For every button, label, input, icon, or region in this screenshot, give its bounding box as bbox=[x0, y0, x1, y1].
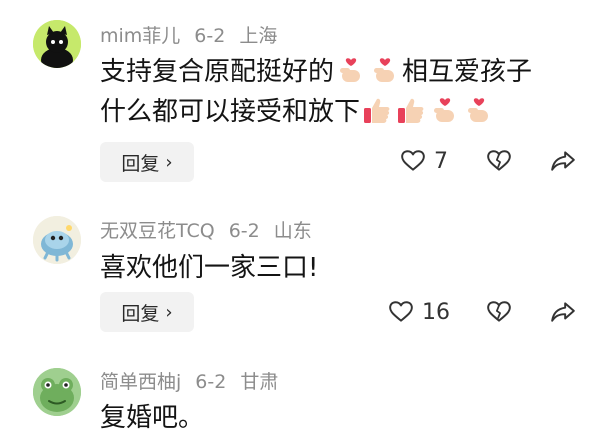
thumbs-up-emoji-icon bbox=[398, 98, 424, 123]
like-button[interactable]: 16 bbox=[388, 299, 450, 325]
reply-label: 回复 bbox=[121, 302, 160, 325]
comment-meta: 简单西柚j 6-2 甘肃 bbox=[100, 370, 292, 394]
comment-text: 支持复合原配挺好的 相互爱孩子 bbox=[100, 54, 532, 90]
avatar[interactable] bbox=[33, 216, 81, 264]
comment-location: 山东 bbox=[273, 220, 312, 242]
comment-text-segment: 相互爱孩子 bbox=[402, 57, 533, 87]
dislike-button[interactable] bbox=[486, 148, 512, 174]
chevron-right-icon: › bbox=[165, 151, 173, 173]
avatar[interactable] bbox=[33, 20, 81, 68]
share-button[interactable] bbox=[550, 299, 576, 325]
fish-avatar-icon bbox=[33, 216, 81, 264]
comment-text: 什么都可以接受和放下 bbox=[100, 94, 496, 130]
comment-meta: mim菲儿 6-2 上海 bbox=[100, 24, 291, 48]
avatar[interactable] bbox=[33, 368, 81, 416]
frog-avatar-icon bbox=[33, 368, 81, 416]
share-button[interactable] bbox=[550, 148, 576, 174]
comment-text: 喜欢他们一家三口! bbox=[100, 253, 319, 283]
black-cat-avatar-icon bbox=[33, 20, 81, 68]
finger-heart-emoji-icon bbox=[374, 58, 395, 82]
comment-text-segment: 支持复合原配挺好的 bbox=[100, 57, 335, 87]
reply-button[interactable]: 回复 › bbox=[100, 292, 194, 332]
comment-location: 上海 bbox=[239, 25, 278, 47]
broken-heart-icon bbox=[486, 148, 512, 174]
thumbs-up-emoji-icon bbox=[364, 98, 390, 123]
finger-heart-emoji-icon bbox=[468, 98, 489, 122]
username[interactable]: mim菲儿 bbox=[100, 25, 180, 47]
comment-meta: 无双豆花TCQ 6-2 山东 bbox=[100, 219, 326, 243]
heart-icon bbox=[400, 148, 426, 174]
like-count: 7 bbox=[434, 148, 448, 174]
broken-heart-icon bbox=[486, 299, 512, 325]
like-count: 16 bbox=[422, 299, 450, 325]
heart-icon bbox=[388, 299, 414, 325]
chevron-right-icon: › bbox=[165, 301, 173, 323]
comment-date: 6-2 bbox=[195, 371, 227, 393]
comment-text: 复婚吧。 bbox=[100, 403, 205, 433]
share-arrow-icon bbox=[550, 299, 576, 325]
username[interactable]: 无双豆花TCQ bbox=[100, 220, 215, 242]
comment-text-segment: 什么都可以接受和放下 bbox=[100, 97, 361, 127]
reply-label: 回复 bbox=[121, 152, 160, 175]
comment-date: 6-2 bbox=[228, 220, 260, 242]
comment-location: 甘肃 bbox=[240, 371, 279, 393]
share-arrow-icon bbox=[550, 148, 576, 174]
finger-heart-emoji-icon bbox=[340, 58, 361, 82]
finger-heart-emoji-icon bbox=[434, 98, 455, 122]
dislike-button[interactable] bbox=[486, 299, 512, 325]
like-button[interactable]: 7 bbox=[400, 148, 448, 174]
username[interactable]: 简单西柚j bbox=[100, 371, 181, 393]
comment-date: 6-2 bbox=[194, 25, 226, 47]
reply-button[interactable]: 回复 › bbox=[100, 142, 194, 182]
